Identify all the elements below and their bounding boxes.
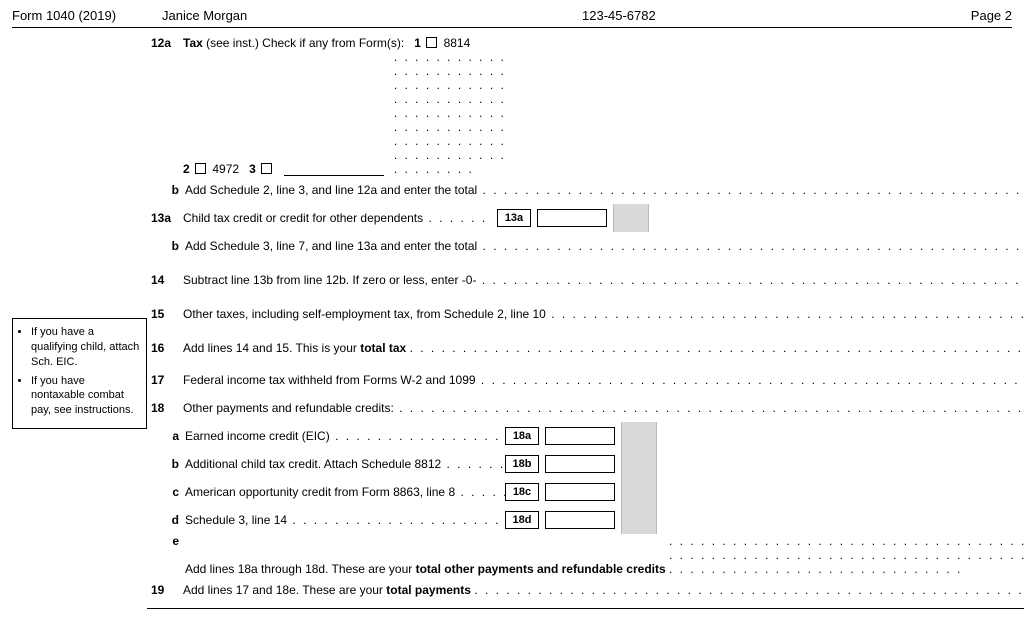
box-value-18d[interactable]: [545, 511, 615, 529]
line-13b-no: b: [147, 239, 185, 253]
page-number: Page 2: [971, 8, 1012, 23]
line-18a: a Earned income credit (EIC) 18a: [147, 422, 1024, 450]
line-12b-text: Add Schedule 2, line 3, and line 12a and…: [185, 183, 1024, 197]
line-17-text: Federal income tax withheld from Forms W…: [183, 373, 1024, 387]
line-12a-mid: (see inst.) Check if any from Form(s):: [203, 36, 404, 50]
line-12a-lead: Tax: [183, 36, 203, 50]
box-label-13a: 13a: [497, 209, 531, 227]
line-13a: 13a Child tax credit or credit for other…: [147, 204, 1024, 232]
line-16: 16 Add lines 14 and 15. This is your tot…: [147, 334, 1024, 362]
side-note-box: If you have a qualifying child, attach S…: [12, 318, 147, 429]
line-13b-text: Add Schedule 3, line 7, and line 13a and…: [185, 239, 1024, 253]
box-value-18c[interactable]: [545, 483, 615, 501]
line-12a-writein[interactable]: [284, 161, 384, 176]
line-19: 19 Add lines 17 and 18e. These are your …: [147, 576, 1024, 604]
line-16-no: 16: [147, 341, 183, 355]
line-18e: e Add lines 18a through 18d. These are y…: [147, 534, 1024, 576]
line-13b: b Add Schedule 3, line 7, and line 13a a…: [147, 232, 1024, 260]
line-17-no: 17: [147, 373, 183, 387]
box-value-18a[interactable]: [545, 427, 615, 445]
box-label-18b: 18b: [505, 455, 539, 473]
checkbox-8814[interactable]: [426, 37, 437, 48]
line-14-text: Subtract line 13b from line 12b. If zero…: [183, 273, 1024, 287]
form-title: Form 1040 (2019): [12, 8, 162, 23]
line-13a-text: Child tax credit or credit for other dep…: [183, 211, 493, 225]
ssn: 123-45-6782: [582, 8, 842, 23]
line-14: 14 Subtract line 13b from line 12b. If z…: [147, 266, 1024, 294]
line-14-no: 14: [147, 273, 183, 287]
line-15: 15 Other taxes, including self-employmen…: [147, 300, 1024, 328]
line-18b: b Additional child tax credit. Attach Sc…: [147, 450, 1024, 478]
line-12a-no: 12a: [147, 36, 183, 50]
checkbox-3[interactable]: [261, 163, 272, 174]
taxpayer-name: Janice Morgan: [162, 8, 582, 23]
line-15-no: 15: [147, 307, 183, 321]
side-note-combat-pay: If you have nontaxable combat pay, see i…: [31, 374, 140, 419]
line-15-text: Other taxes, including self-employment t…: [183, 307, 1024, 321]
side-column: If you have a qualifying child, attach S…: [12, 34, 147, 429]
checkbox-4972[interactable]: [195, 163, 206, 174]
line-12b: b Add Schedule 2, line 3, and line 12a a…: [147, 176, 1024, 204]
box-label-18c: 18c: [505, 483, 539, 501]
main-lines: 12a Tax (see inst.) Check if any from Fo…: [147, 34, 1024, 609]
box-label-18a: 18a: [505, 427, 539, 445]
line-18-no: 18: [147, 401, 183, 415]
line-18: 18 Other payments and refundable credits…: [147, 394, 1024, 422]
side-note-eic: If you have a qualifying child, attach S…: [31, 325, 140, 370]
line-18-text: Other payments and refundable credits:: [183, 401, 1024, 415]
line-17: 17 Federal income tax withheld from Form…: [147, 366, 1024, 394]
box-value-13a[interactable]: [537, 209, 607, 227]
box-value-18b[interactable]: [545, 455, 615, 473]
shade-13a: [613, 204, 649, 232]
line-12b-no: b: [147, 183, 185, 197]
line-18c: c American opportunity credit from Form …: [147, 478, 1024, 506]
box-label-18d: 18d: [505, 511, 539, 529]
line-13a-no: 13a: [147, 211, 183, 225]
line-16-text: Add lines 14 and 15. This is your total …: [183, 341, 1024, 355]
line-12a: 12a Tax (see inst.) Check if any from Fo…: [147, 34, 1024, 176]
form-header: Form 1040 (2019) Janice Morgan 123-45-67…: [12, 8, 1012, 28]
